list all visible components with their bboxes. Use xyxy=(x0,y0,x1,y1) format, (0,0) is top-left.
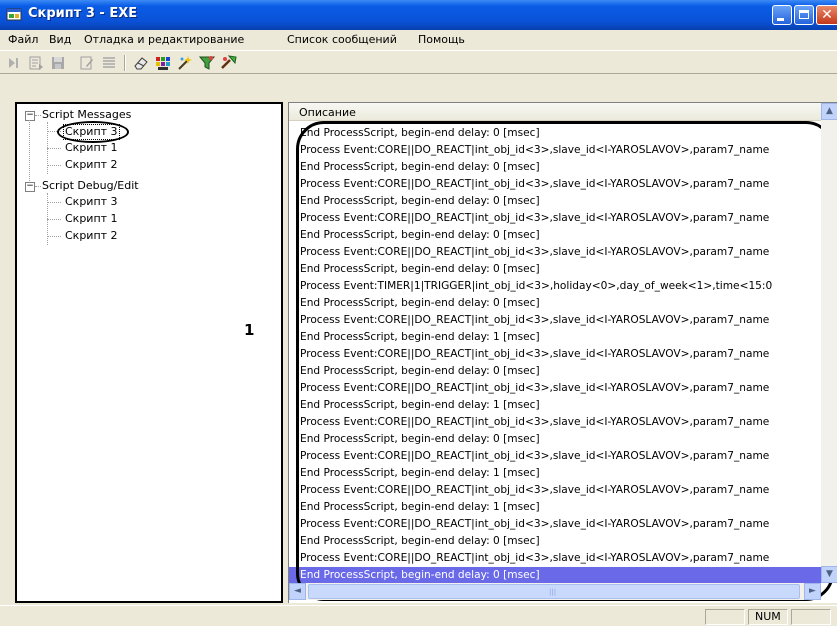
tree-connector xyxy=(29,120,30,183)
maximize-icon xyxy=(799,10,809,19)
collapse-icon[interactable]: − xyxy=(25,182,35,192)
wizard-icon[interactable] xyxy=(176,54,194,72)
message-row[interactable]: End ProcessScript, begin-end delay: 1 [m… xyxy=(300,329,821,346)
toolbar-separator xyxy=(124,55,126,71)
message-row[interactable]: End ProcessScript, begin-end delay: 1 [m… xyxy=(300,499,821,516)
minimize-icon xyxy=(777,18,784,21)
menu-file[interactable]: Файл xyxy=(8,33,38,46)
vertical-scrollbar[interactable]: ▲ ▼ xyxy=(821,103,837,583)
message-row-selected[interactable]: End ProcessScript, begin-end delay: 0 [m… xyxy=(289,567,821,583)
tree-root-script-debug-edit[interactable]: Script Debug/Edit xyxy=(42,179,139,193)
run-icon[interactable] xyxy=(5,54,23,72)
tree-item-script-2[interactable]: Скрипт 2 xyxy=(65,158,118,172)
column-header-label: Описание xyxy=(299,106,356,119)
status-pane-empty xyxy=(705,609,745,625)
edit-icon[interactable] xyxy=(78,54,96,72)
message-rows: End ProcessScript, begin-end delay: 0 [m… xyxy=(289,125,821,583)
message-row[interactable]: Process Event:CORE||DO_REACT|int_obj_id<… xyxy=(300,414,821,431)
palette-icon[interactable] xyxy=(154,54,172,72)
message-row[interactable]: Process Event:CORE||DO_REACT|int_obj_id<… xyxy=(300,482,821,499)
status-pane-empty xyxy=(791,609,831,625)
message-row[interactable]: End ProcessScript, begin-end delay: 0 [m… xyxy=(300,227,821,244)
message-row[interactable]: End ProcessScript, begin-end delay: 0 [m… xyxy=(300,363,821,380)
message-list[interactable]: Описание End ProcessScript, begin-end de… xyxy=(288,102,837,603)
status-bar: NUM xyxy=(0,605,837,626)
menu-debug[interactable]: Отладка и редактирование xyxy=(84,33,244,46)
scroll-left-icon[interactable]: ◄ xyxy=(289,583,306,600)
tree-connector xyxy=(47,236,61,237)
app-window-icon xyxy=(6,8,22,21)
message-row[interactable]: End ProcessScript, begin-end delay: 0 [m… xyxy=(300,431,821,448)
scroll-down-icon[interactable]: ▼ xyxy=(821,566,837,583)
collapse-icon[interactable]: − xyxy=(25,111,35,121)
tree-connector xyxy=(47,165,61,166)
tree-connector xyxy=(47,148,61,149)
scroll-grip-icon: ||| xyxy=(549,588,557,596)
message-row[interactable]: Process Event:CORE||DO_REACT|int_obj_id<… xyxy=(300,244,821,261)
annotation-number: 1 xyxy=(244,321,255,339)
save-icon[interactable] xyxy=(49,54,67,72)
message-row[interactable]: Process Event:CORE||DO_REACT|int_obj_id<… xyxy=(300,448,821,465)
menu-bar: Файл Вид Отладка и редактирование Список… xyxy=(0,30,837,50)
window-title: Скрипт 3 - EXE xyxy=(28,6,138,21)
message-row[interactable]: Process Event:CORE||DO_REACT|int_obj_id<… xyxy=(300,516,821,533)
message-row[interactable]: Process Event:CORE||DO_REACT|int_obj_id<… xyxy=(300,142,821,159)
tree-item-script-1[interactable]: Скрипт 1 xyxy=(65,212,118,226)
message-row[interactable]: Process Event:CORE||DO_REACT|int_obj_id<… xyxy=(300,380,821,397)
menu-view[interactable]: Вид xyxy=(49,33,71,46)
message-row[interactable]: End ProcessScript, begin-end delay: 0 [m… xyxy=(300,295,821,312)
list-icon[interactable] xyxy=(100,54,118,72)
message-row[interactable]: End ProcessScript, begin-end delay: 1 [m… xyxy=(300,465,821,482)
title-bar[interactable]: Скрипт 3 - EXE ✕ xyxy=(0,0,837,30)
message-row[interactable]: End ProcessScript, begin-end delay: 1 [m… xyxy=(300,397,821,414)
message-row[interactable]: End ProcessScript, begin-end delay: 0 [m… xyxy=(300,533,821,550)
toolbar xyxy=(0,50,837,74)
close-icon: ✕ xyxy=(821,7,833,23)
highlight-oval xyxy=(57,121,129,143)
status-num-indicator: NUM xyxy=(748,609,788,625)
message-row[interactable]: Process Event:CORE||DO_REACT|int_obj_id<… xyxy=(300,312,821,329)
close-button[interactable]: ✕ xyxy=(816,5,837,25)
message-row[interactable]: End ProcessScript, begin-end delay: 0 [m… xyxy=(300,193,821,210)
message-row[interactable]: Process Event:CORE||DO_REACT|int_obj_id<… xyxy=(300,346,821,363)
tree-connector xyxy=(35,115,41,116)
horizontal-scroll-thumb[interactable]: ||| xyxy=(308,584,800,599)
scroll-right-icon[interactable]: ► xyxy=(804,583,821,600)
tree-connector xyxy=(47,202,61,203)
menu-help[interactable]: Помощь xyxy=(418,33,465,46)
tools-icon[interactable] xyxy=(220,54,238,72)
message-row[interactable]: Process Event:CORE||DO_REACT|int_obj_id<… xyxy=(300,176,821,193)
tree-connector xyxy=(35,186,41,187)
horizontal-scrollbar[interactable]: ◄ ||| ► xyxy=(289,583,821,600)
tree-item-script-2[interactable]: Скрипт 2 xyxy=(65,229,118,243)
eraser-icon[interactable] xyxy=(132,54,150,72)
tree-item-script-1[interactable]: Скрипт 1 xyxy=(65,141,118,155)
maximize-button[interactable] xyxy=(794,5,814,25)
tree-connector xyxy=(47,219,61,220)
message-row[interactable]: Process Event:TIMER|1|TRIGGER|int_obj_id… xyxy=(300,278,821,295)
column-header-description[interactable]: Описание xyxy=(289,103,821,121)
minimize-button[interactable] xyxy=(772,5,792,25)
message-row[interactable]: End ProcessScript, begin-end delay: 0 [m… xyxy=(300,159,821,176)
script-tree[interactable]: − Script Messages Скрипт 3 Скрипт 1 Скри… xyxy=(15,102,283,603)
message-row[interactable]: Process Event:CORE||DO_REACT|int_obj_id<… xyxy=(300,550,821,567)
message-row[interactable]: Process Event:CORE||DO_REACT|int_obj_id<… xyxy=(300,210,821,227)
message-row[interactable]: End ProcessScript, begin-end delay: 0 [m… xyxy=(300,125,821,142)
tree-item-script-3[interactable]: Скрипт 3 xyxy=(65,195,118,209)
message-row[interactable]: End ProcessScript, begin-end delay: 0 [m… xyxy=(300,261,821,278)
tree-root-script-messages[interactable]: Script Messages xyxy=(42,108,131,122)
filter-icon[interactable] xyxy=(198,54,216,72)
scroll-up-icon[interactable]: ▲ xyxy=(821,103,837,120)
menu-messages[interactable]: Список сообщений xyxy=(287,33,397,46)
step-icon[interactable] xyxy=(27,54,45,72)
